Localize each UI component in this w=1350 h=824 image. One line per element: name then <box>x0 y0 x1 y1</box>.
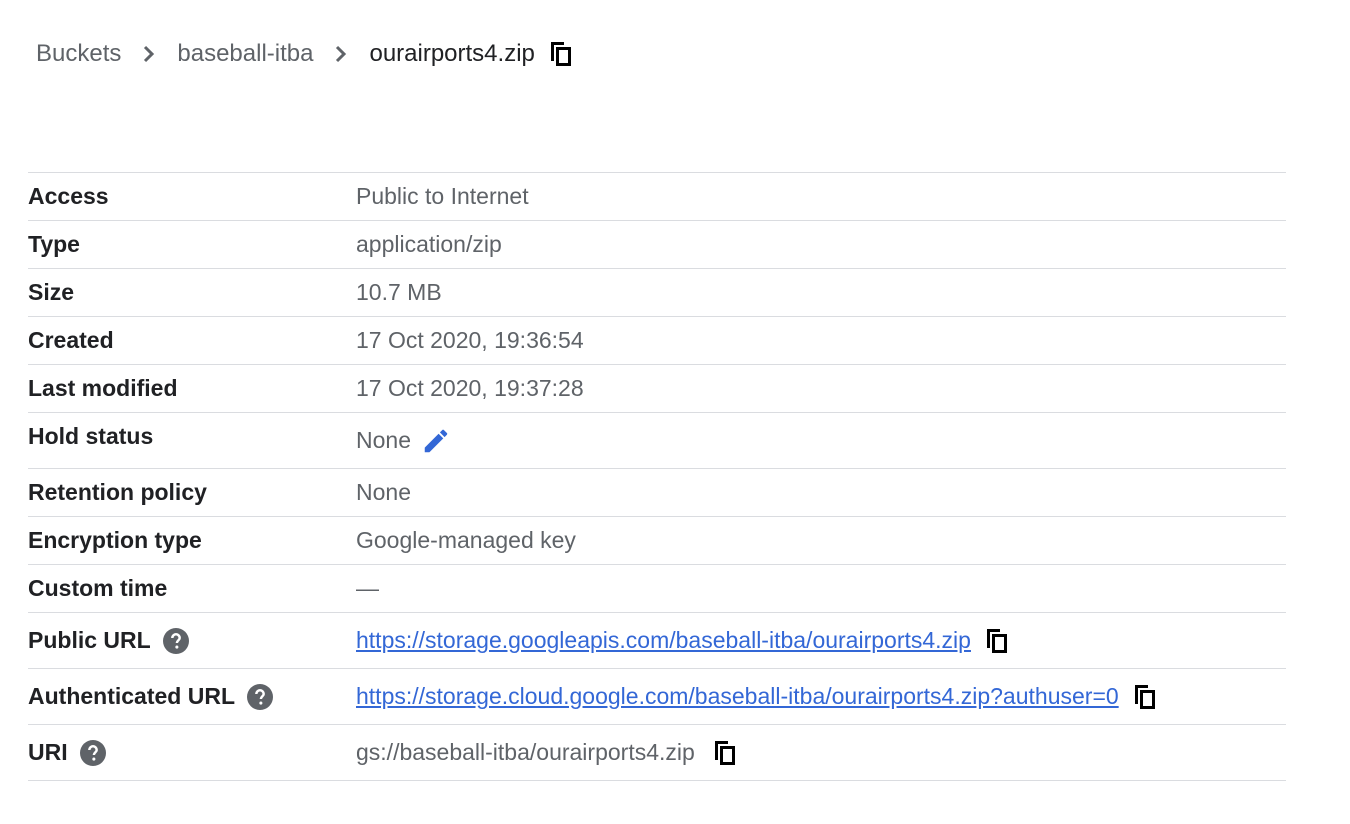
detail-row-public-url: Public URL https://storage.googleapis.co… <box>28 612 1286 669</box>
detail-label: Encryption type <box>28 527 202 553</box>
detail-label: Authenticated URL <box>28 683 235 709</box>
copy-icon[interactable] <box>547 39 575 69</box>
detail-row-created: Created 17 Oct 2020, 19:36:54 <box>28 316 1286 365</box>
detail-row-custom-time: Custom time — <box>28 564 1286 613</box>
detail-row-authenticated-url: Authenticated URL https://storage.cloud.… <box>28 668 1286 725</box>
help-icon[interactable] <box>79 739 106 766</box>
copy-icon[interactable] <box>1131 682 1159 712</box>
detail-row-encryption-type: Encryption type Google-managed key <box>28 516 1286 565</box>
detail-row-last-modified: Last modified 17 Oct 2020, 19:37:28 <box>28 364 1286 413</box>
help-icon[interactable] <box>247 683 273 710</box>
detail-label: Size <box>28 279 75 305</box>
chevron-right-icon <box>141 42 157 66</box>
public-url-link[interactable]: https://storage.googleapis.com/baseball-… <box>356 627 971 654</box>
detail-value: 17 Oct 2020, 19:37:28 <box>356 375 584 401</box>
help-icon[interactable] <box>162 627 189 654</box>
copy-icon[interactable] <box>711 738 739 768</box>
detail-row-size: Size 10.7 MB <box>28 268 1286 317</box>
object-details-page: Buckets baseball-itba ourairports4.zip A… <box>0 0 1350 824</box>
chevron-right-icon <box>333 42 349 66</box>
detail-row-retention-policy: Retention policy None <box>28 468 1286 517</box>
object-details-table: Access Public to Internet Type applicati… <box>28 172 1286 781</box>
detail-row-hold-status: Hold status None <box>28 412 1286 469</box>
detail-value-cell: gs://baseball-itba/ourairports4.zip <box>356 725 1286 781</box>
breadcrumb-object-name: ourairports4.zip <box>369 40 535 67</box>
detail-label-cell: Authenticated URL <box>28 669 356 725</box>
detail-value: application/zip <box>356 231 502 257</box>
detail-value: 10.7 MB <box>356 279 442 305</box>
copy-icon[interactable] <box>983 626 1011 656</box>
detail-row-uri: URI gs://baseball-itba/ourairports4.zip <box>28 724 1286 781</box>
breadcrumb-buckets[interactable]: Buckets <box>36 40 121 68</box>
detail-value: — <box>356 575 379 601</box>
detail-label: URI <box>28 739 68 765</box>
detail-value-cell: https://storage.cloud.google.com/basebal… <box>356 669 1286 725</box>
detail-label: Public URL <box>28 627 151 653</box>
detail-label-cell: Public URL <box>28 613 356 669</box>
detail-label: Type <box>28 231 80 257</box>
detail-label: Retention policy <box>28 479 207 505</box>
breadcrumb: Buckets baseball-itba ourairports4.zip <box>36 36 575 72</box>
breadcrumb-bucket-name[interactable]: baseball-itba <box>177 40 313 68</box>
detail-label: Created <box>28 327 114 353</box>
detail-label: Last modified <box>28 375 178 401</box>
detail-label: Custom time <box>28 575 168 601</box>
detail-row-type: Type application/zip <box>28 220 1286 269</box>
detail-row-access: Access Public to Internet <box>28 172 1286 221</box>
detail-value-cell: None <box>356 413 1286 469</box>
detail-value: 17 Oct 2020, 19:36:54 <box>356 327 584 353</box>
authenticated-url-link[interactable]: https://storage.cloud.google.com/basebal… <box>356 683 1119 710</box>
pencil-icon[interactable] <box>421 426 451 456</box>
detail-value-cell: https://storage.googleapis.com/baseball-… <box>356 613 1286 669</box>
detail-label-cell: URI <box>28 725 356 781</box>
detail-label: Access <box>28 183 109 209</box>
detail-value: Google-managed key <box>356 527 576 553</box>
detail-value: None <box>356 479 411 505</box>
hold-status-value: None <box>356 427 411 453</box>
detail-value: Public to Internet <box>356 183 529 209</box>
uri-value: gs://baseball-itba/ourairports4.zip <box>356 739 695 765</box>
detail-label: Hold status <box>28 423 154 449</box>
